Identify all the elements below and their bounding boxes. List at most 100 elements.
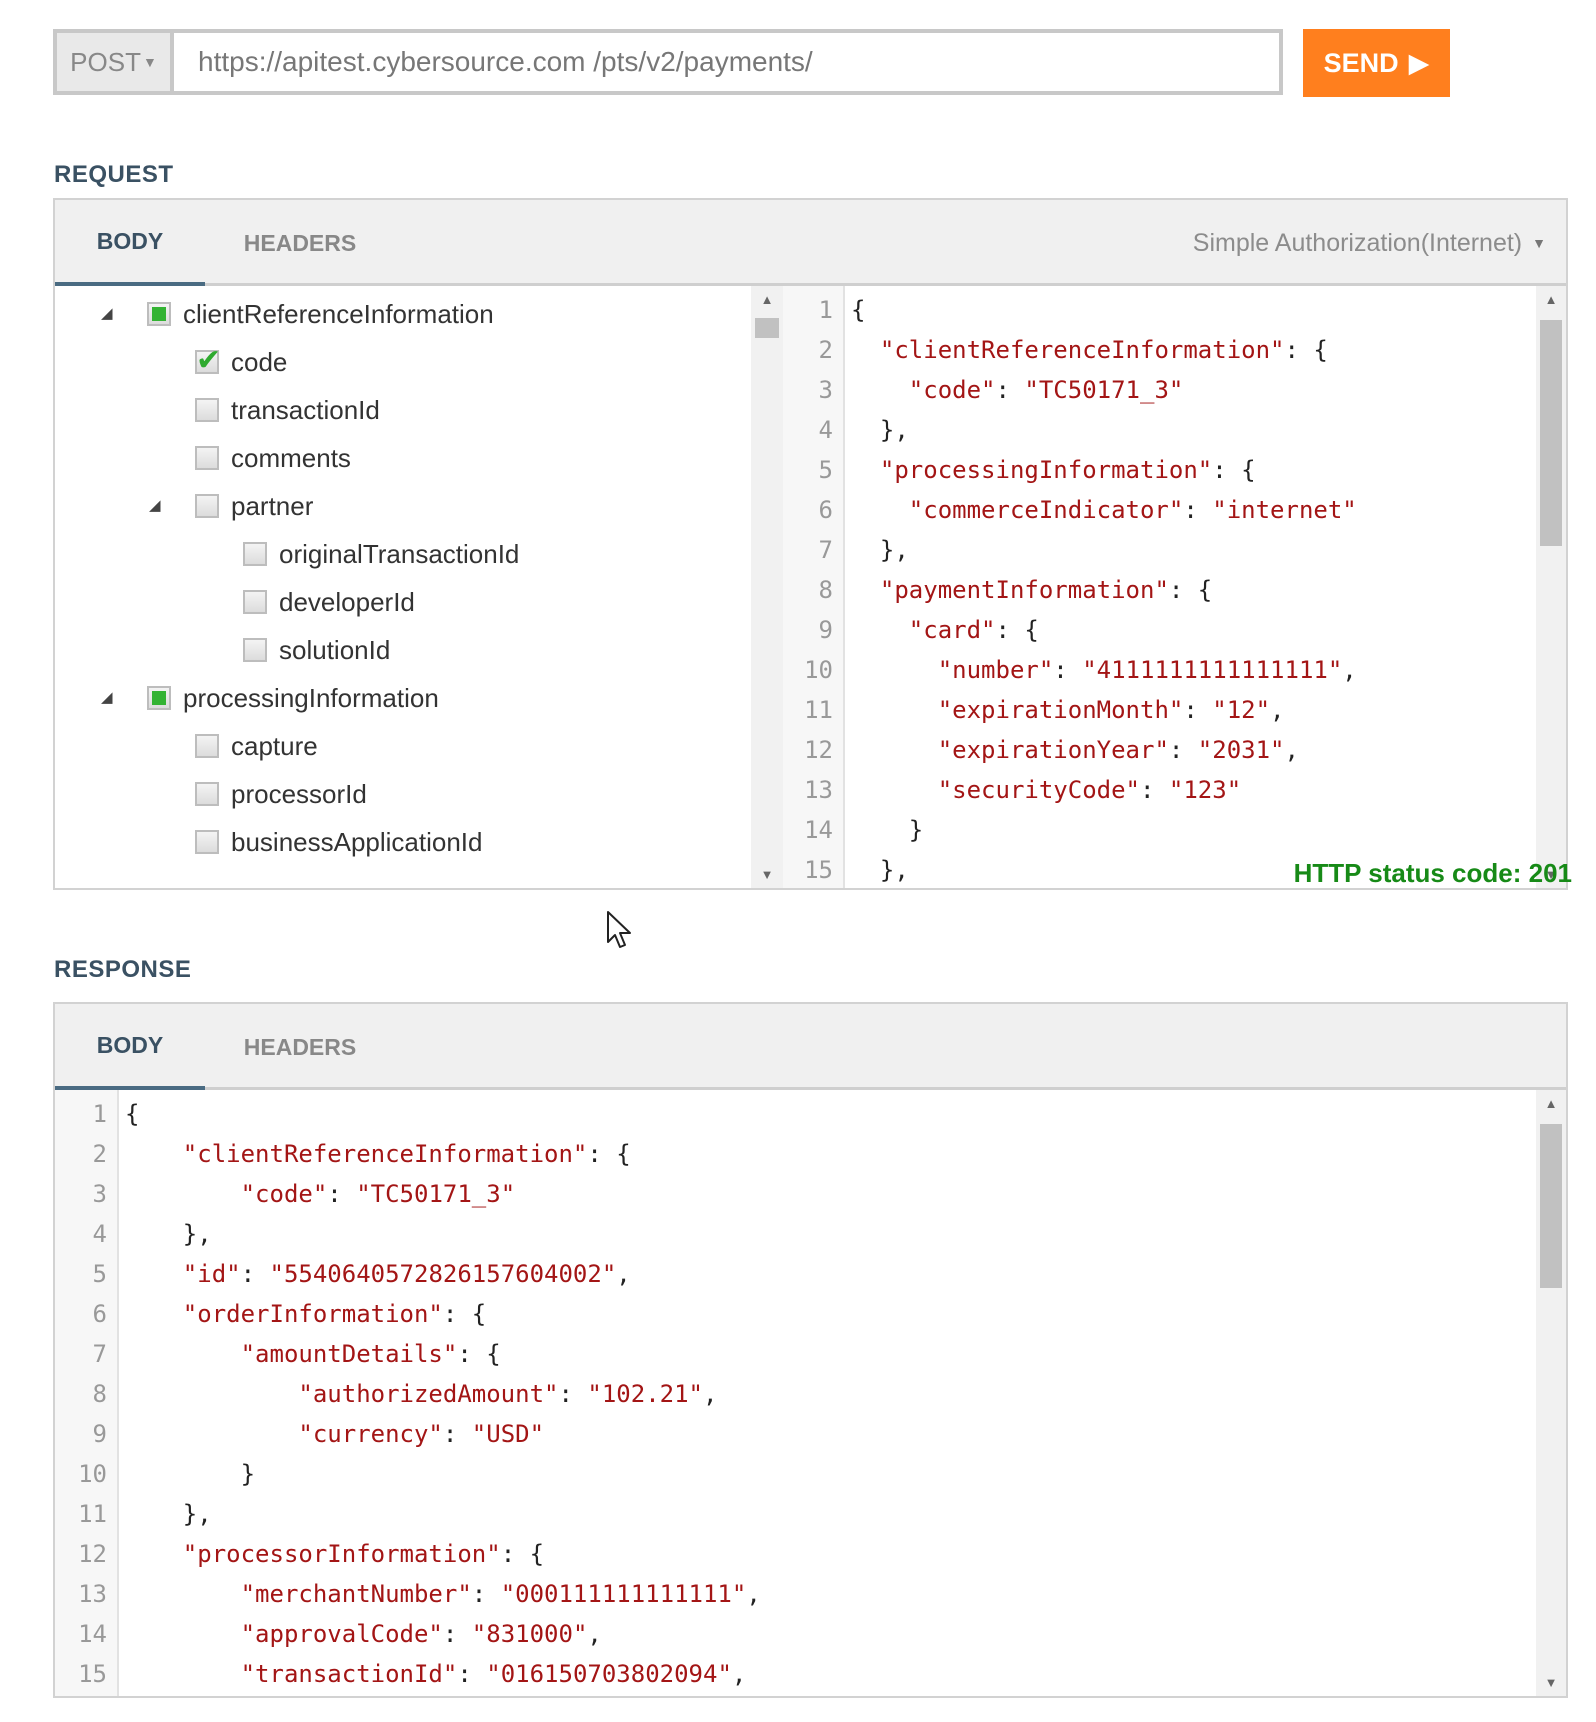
line-number: 8 xyxy=(818,576,833,604)
code-line: "commerceIndicator": "internet" xyxy=(908,496,1357,524)
tree-item[interactable]: clientReferenceInformation xyxy=(147,294,494,334)
tab-request-body[interactable]: BODY xyxy=(55,200,205,286)
code-line: }, xyxy=(851,536,909,564)
code-line: "id": "5540640572826157604002", xyxy=(182,1260,631,1288)
code-line: "card": { xyxy=(908,616,1039,644)
tab-response-body[interactable]: BODY xyxy=(55,1004,205,1090)
line-number: 6 xyxy=(92,1300,107,1328)
scroll-up-icon[interactable]: ▲ xyxy=(1536,292,1566,307)
tree-item[interactable]: businessApplicationId xyxy=(195,822,483,862)
code-line: "paymentInformation": { xyxy=(879,576,1213,604)
scroll-thumb[interactable] xyxy=(1540,1124,1562,1288)
scroll-thumb[interactable] xyxy=(1540,320,1562,546)
scroll-down-icon[interactable]: ▼ xyxy=(1536,1675,1566,1690)
sample-request-label: Simple Authorization(Internet) xyxy=(1192,228,1523,257)
code-line: "securityCode": "123" xyxy=(937,776,1242,804)
line-number: 3 xyxy=(818,376,833,404)
line-number: 12 xyxy=(78,1540,107,1568)
line-number: 6 xyxy=(818,496,833,524)
request-title: REQUEST xyxy=(54,161,174,188)
tree-item-label: developerId xyxy=(279,586,415,617)
tree-item[interactable]: code xyxy=(195,342,287,382)
checkbox[interactable] xyxy=(195,494,219,518)
sample-request-select[interactable]: Simple Authorization(Internet) ▼ xyxy=(1193,200,1546,286)
line-number: 14 xyxy=(804,816,833,844)
line-number: 12 xyxy=(804,736,833,764)
code-line: "processingInformation": { xyxy=(879,456,1256,484)
tab-label: BODY xyxy=(96,227,164,254)
code-line: "authorizedAmount": "102.21", xyxy=(298,1380,718,1408)
checkbox[interactable] xyxy=(195,398,219,422)
code-line: "approvalCode": "831000", xyxy=(240,1620,602,1648)
response-tabbar: BODY HEADERS xyxy=(55,1004,1566,1090)
line-number: 15 xyxy=(78,1660,107,1688)
line-number: 13 xyxy=(804,776,833,804)
send-label: SEND xyxy=(1323,47,1399,78)
checkbox[interactable] xyxy=(195,734,219,758)
url-input[interactable] xyxy=(174,33,1279,91)
url-bar: POST ▼ xyxy=(53,29,1283,95)
code-line: "orderInformation": { xyxy=(182,1300,487,1328)
tree-item[interactable]: partner xyxy=(195,486,313,526)
line-number: 1 xyxy=(818,296,833,324)
checkbox[interactable] xyxy=(243,638,267,662)
request-code-editor[interactable]: 1 {2 "clientReferenceInformation": {3 "co… xyxy=(783,286,1536,888)
checkbox[interactable] xyxy=(243,542,267,566)
line-number: 5 xyxy=(92,1260,107,1288)
tab-label: BODY xyxy=(96,1031,164,1058)
checkbox[interactable] xyxy=(195,446,219,470)
tree-item-label: originalTransactionId xyxy=(279,538,520,569)
request-panel: BODY HEADERS Simple Authorization(Intern… xyxy=(53,198,1568,890)
tree-item[interactable]: processingInformation xyxy=(147,678,439,718)
code-line: }, xyxy=(125,1500,212,1528)
expand-toggle-icon[interactable]: ◢ xyxy=(101,688,113,706)
tree-item-label: clientReferenceInformation xyxy=(183,298,494,329)
tab-label: HEADERS xyxy=(243,229,357,256)
scroll-up-icon[interactable]: ▲ xyxy=(751,292,783,307)
tree-item[interactable]: capture xyxy=(195,726,318,766)
code-line: "processorInformation": { xyxy=(182,1540,545,1568)
code-line: "amountDetails": { xyxy=(240,1340,501,1368)
request-code-scrollbar[interactable]: ▲ ▼ xyxy=(1536,286,1566,888)
tab-label: HEADERS xyxy=(243,1033,357,1060)
line-number: 14 xyxy=(78,1620,107,1648)
scroll-up-icon[interactable]: ▲ xyxy=(1536,1096,1566,1111)
tree-item[interactable]: developerId xyxy=(243,582,415,622)
tree-item[interactable]: processorId xyxy=(195,774,367,814)
tab-request-headers[interactable]: HEADERS xyxy=(205,200,395,286)
tree-item-label: businessApplicationId xyxy=(231,826,483,857)
line-number: 4 xyxy=(92,1220,107,1248)
tree-item-label: solutionId xyxy=(279,634,391,665)
line-number: 5 xyxy=(818,456,833,484)
checkbox[interactable] xyxy=(147,302,171,326)
expand-toggle-icon[interactable]: ◢ xyxy=(101,304,113,322)
tree-scrollbar[interactable]: ▲ ▼ xyxy=(751,286,783,888)
method-select[interactable]: POST ▼ xyxy=(57,33,174,91)
tree-item-label: code xyxy=(231,346,288,377)
response-title: RESPONSE xyxy=(54,956,192,983)
chevron-down-icon: ▼ xyxy=(1532,235,1546,251)
checkbox[interactable] xyxy=(195,782,219,806)
response-code-scrollbar[interactable]: ▲ ▼ xyxy=(1536,1090,1566,1696)
checkbox[interactable] xyxy=(195,830,219,854)
expand-toggle-icon[interactable]: ◢ xyxy=(149,496,161,514)
http-status-code: HTTP status code: 201 xyxy=(1293,858,1572,888)
checkbox[interactable] xyxy=(147,686,171,710)
checkbox[interactable] xyxy=(243,590,267,614)
response-code-viewer[interactable]: 1 {2 "clientReferenceInformation": {3 "co… xyxy=(55,1090,1536,1696)
send-button[interactable]: SEND ▶ xyxy=(1303,29,1450,97)
tree-item-label: partner xyxy=(231,490,314,521)
line-number: 11 xyxy=(804,696,833,724)
code-line: "clientReferenceInformation": { xyxy=(879,336,1328,364)
scroll-thumb[interactable] xyxy=(755,318,779,338)
scroll-down-icon[interactable]: ▼ xyxy=(751,867,783,882)
tree-item[interactable]: comments xyxy=(195,438,351,478)
line-number: 10 xyxy=(804,656,833,684)
tree-item[interactable]: transactionId xyxy=(195,390,380,430)
tab-response-headers[interactable]: HEADERS xyxy=(205,1004,395,1090)
tree-item[interactable]: solutionId xyxy=(243,630,390,670)
code-line: "expirationMonth": "12", xyxy=(937,696,1285,724)
checkbox[interactable] xyxy=(195,343,221,378)
tree-item-label: processingInformation xyxy=(183,682,439,713)
tree-item[interactable]: originalTransactionId xyxy=(243,534,519,574)
